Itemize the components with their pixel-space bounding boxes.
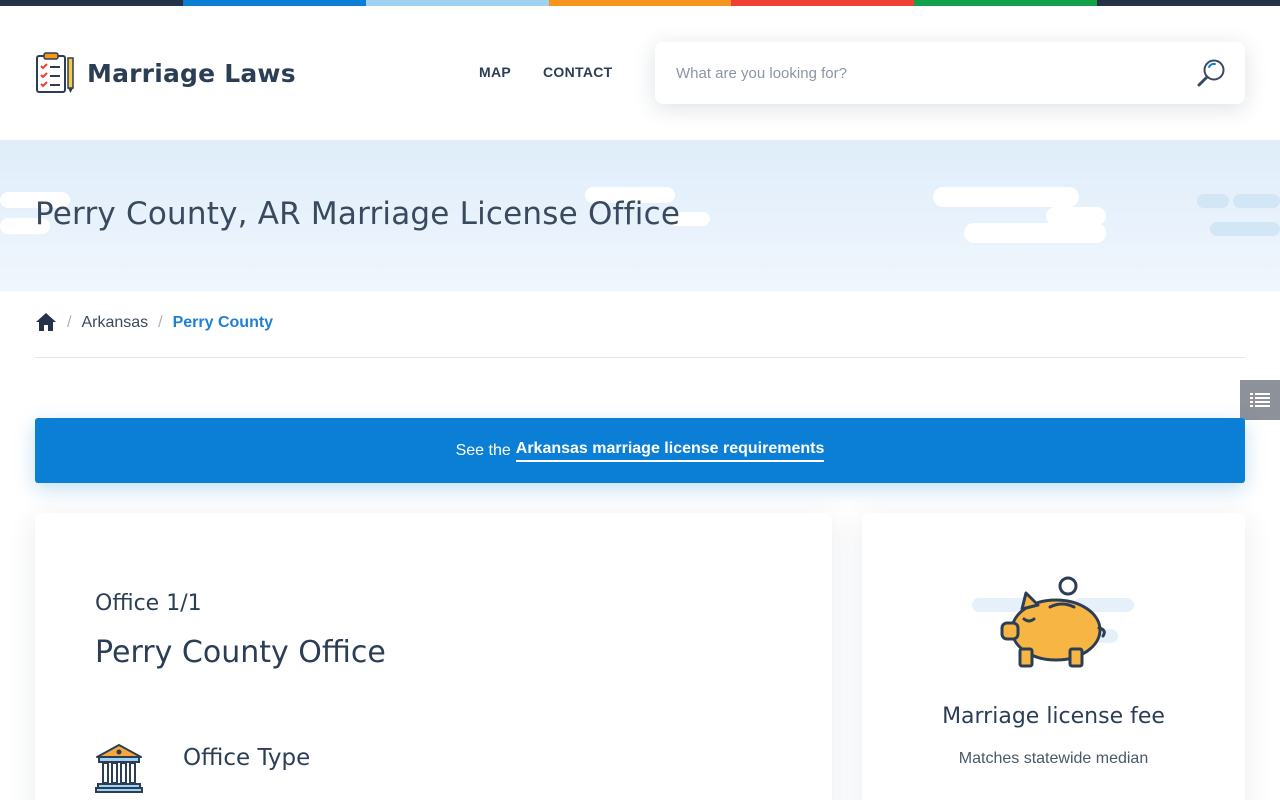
breadcrumb-separator: / <box>67 314 72 331</box>
requirements-link[interactable]: Arkansas marriage license requirements <box>515 440 825 462</box>
logo-text: Marriage Laws <box>87 58 296 88</box>
breadcrumb-item-arkansas[interactable]: Arkansas <box>81 314 148 332</box>
requirements-banner: See the Arkansas marriage license requir… <box>35 418 1245 483</box>
office-type-row: Office Type <box>95 743 310 793</box>
breadcrumb: / Arkansas / Perry County <box>35 312 1245 358</box>
breadcrumb-item-current: Perry County <box>172 314 274 331</box>
list-icon <box>1250 393 1270 407</box>
decor-cloud <box>964 223 1106 243</box>
office-count: Office 1/1 <box>95 591 202 616</box>
table-of-contents-toggle[interactable] <box>1240 380 1280 420</box>
search-input[interactable] <box>676 60 1176 86</box>
main-nav: MAP CONTACT <box>479 64 613 80</box>
page-hero: Perry County, AR Marriage License Office <box>0 140 1280 291</box>
decor-cloud <box>1210 222 1280 236</box>
site-header: Marriage Laws MAP CONTACT <box>0 6 1280 140</box>
office-name: Perry County Office <box>95 635 386 670</box>
page-title: Perry County, AR Marriage License Office <box>35 196 681 232</box>
decor-cloud <box>933 187 1079 207</box>
search-box <box>655 42 1245 104</box>
fee-subtitle: Matches statewide median <box>958 750 1149 767</box>
decor-cloud <box>1197 194 1229 208</box>
nav-contact-link[interactable]: CONTACT <box>543 64 613 80</box>
home-icon[interactable] <box>35 312 57 332</box>
search-icon[interactable] <box>1195 57 1227 89</box>
nav-map-link[interactable]: MAP <box>479 64 511 80</box>
office-type-label: Office Type <box>183 745 311 771</box>
breadcrumb-separator: / <box>158 314 163 331</box>
site-logo[interactable]: Marriage Laws <box>35 52 296 94</box>
fee-title: Marriage license fee <box>942 704 1165 729</box>
piggy-bank-icon <box>972 576 1134 668</box>
courthouse-icon <box>95 744 143 793</box>
decor-cloud <box>1233 194 1280 208</box>
checklist-pencil-icon <box>36 52 74 93</box>
banner-prefix: See the <box>455 441 511 459</box>
office-card: Office 1/1 Perry County Office Office Ty… <box>35 513 832 800</box>
fee-card: Marriage license fee Matches statewide m… <box>862 513 1245 800</box>
